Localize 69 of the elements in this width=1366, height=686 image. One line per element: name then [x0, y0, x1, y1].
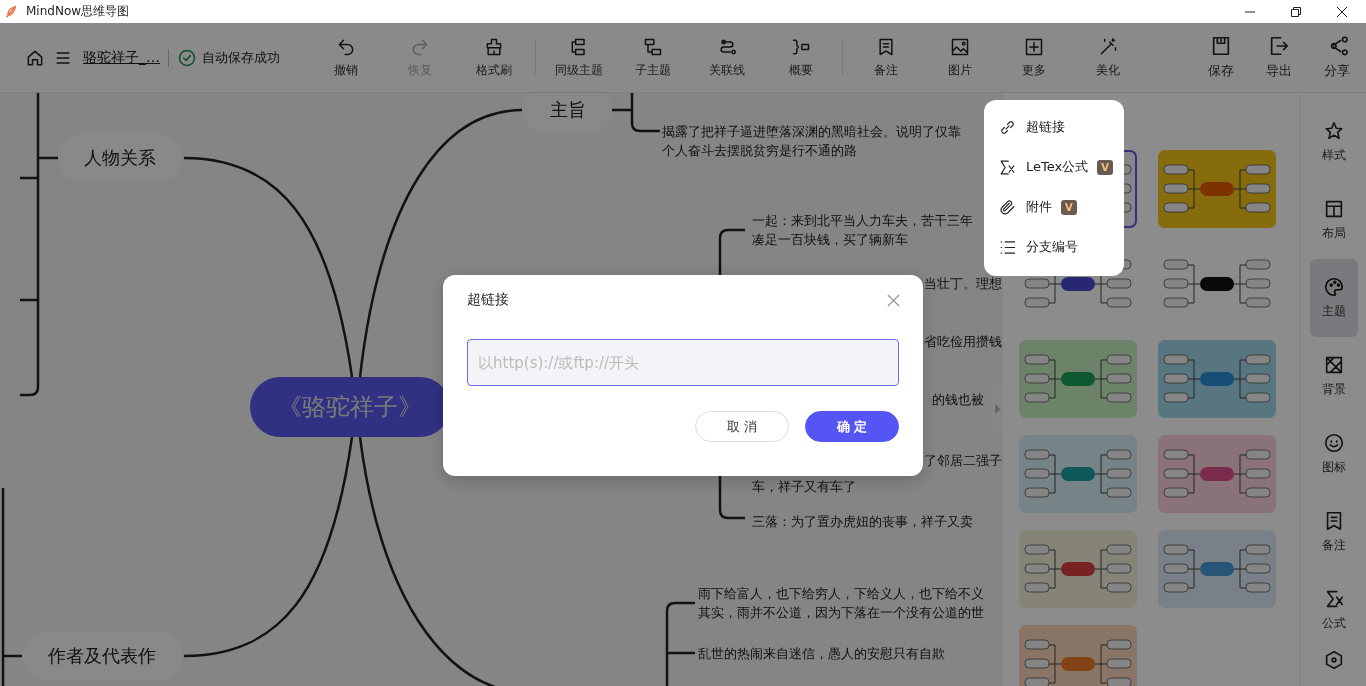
toolbar-button[interactable]: 分享: [1308, 35, 1366, 80]
toolbar-button[interactable]: 更多: [997, 36, 1071, 79]
sidebar-tab[interactable]: 布局: [1309, 181, 1358, 259]
save-status: 自动保存成功: [202, 48, 280, 67]
toolbar-button[interactable]: 美化: [1071, 36, 1145, 79]
cancel-button[interactable]: 取 消: [695, 411, 789, 442]
menu-item-label: LeTex公式: [1026, 158, 1089, 176]
confirm-button[interactable]: 确 定: [805, 411, 899, 442]
toolbar-button[interactable]: 概要: [764, 36, 838, 79]
topic-node[interactable]: 主旨: [523, 93, 612, 134]
sidebar-tab[interactable]: 图标: [1309, 415, 1358, 493]
toolbar-button[interactable]: 导出: [1250, 35, 1308, 80]
close-icon[interactable]: [1336, 5, 1348, 18]
menu-item[interactable]: 超链接: [998, 115, 1124, 139]
caret-icon: [995, 404, 1001, 414]
menu-item[interactable]: LeTex公式 V: [998, 155, 1124, 179]
restore-icon[interactable]: [1290, 5, 1302, 18]
subtopic-text[interactable]: 雨下给富人，也下给穷人，下给义人，也下给不义: [698, 584, 984, 603]
menu-item[interactable]: 分支编号: [998, 235, 1124, 259]
sidebar-tab[interactable]: 公式: [1309, 571, 1358, 649]
subtopic-text[interactable]: 三落：为了置办虎妞的丧事，祥子又卖: [752, 512, 973, 531]
star-icon: [1322, 120, 1345, 142]
subtopic-text[interactable]: 其实，雨并不公道，因为下落在一个没有公道的世: [698, 603, 984, 622]
palette-icon: [1322, 276, 1345, 298]
subtopic-text[interactable]: 车，祥子又有车了: [752, 477, 856, 496]
sidebar-tab[interactable]: 样式: [1309, 103, 1358, 181]
subtopic-text[interactable]: 揭露了把祥子逼进堕落深渊的黑暗社会。说明了仅靠: [662, 122, 961, 141]
toolbar-button[interactable]: 关联线: [690, 36, 764, 79]
brush-icon: [484, 36, 504, 57]
sidebar-tab[interactable]: 备注: [1309, 493, 1358, 571]
sidebar-tab[interactable]: 背景: [1309, 337, 1358, 415]
subtopic-text[interactable]: 一起：来到北平当人力车夫，苦干三年: [752, 211, 973, 230]
topic-node[interactable]: 作者及代表作: [22, 632, 182, 680]
topic-node[interactable]: 人物关系: [58, 134, 182, 182]
subtopic-text[interactable]: 凑足一百块钱，买了辆新车: [752, 230, 908, 249]
toolbar-button[interactable]: 保存: [1192, 35, 1250, 80]
note-icon: [876, 36, 896, 57]
image-icon: [950, 36, 970, 57]
vip-badge: V: [1097, 159, 1113, 175]
smiley-icon: [1322, 432, 1345, 454]
subtopic-text[interactable]: 了邻居二强子: [924, 451, 1002, 470]
toolbar-button[interactable]: 撤销: [309, 36, 383, 79]
menu-item-label: 分支编号: [1026, 238, 1078, 256]
menu-item-label: 超链接: [1026, 118, 1065, 136]
dialog-title: 超链接: [467, 291, 509, 309]
subtopic-text[interactable]: 乱世的热闹来自迷信，愚人的安慰只有自欺: [698, 644, 945, 663]
toolbar-button[interactable]: 格式刷: [457, 36, 531, 79]
feather-pen-icon: [4, 4, 18, 19]
vip-badge: V: [1061, 199, 1077, 215]
url-input-field[interactable]: 以http(s)://或ftp://开头: [467, 339, 899, 386]
toolbar-button[interactable]: 子主题: [616, 36, 690, 79]
window-title: MindNow思维导图: [26, 3, 130, 20]
document-name[interactable]: 骆驼祥子_…: [83, 48, 160, 67]
sidebar-tab[interactable]: 主题: [1309, 259, 1358, 337]
magic-wand-icon: [1098, 36, 1118, 57]
menu-item-label: 附件: [1026, 198, 1052, 216]
subtopic-text[interactable]: 省吃俭用攒钱: [924, 332, 1002, 351]
subtopic-text[interactable]: 个人奋斗去摆脱贫穷是行不通的路: [662, 141, 857, 160]
menu-item[interactable]: 附件 V: [998, 195, 1124, 219]
toolbar-button[interactable]: 同级主题: [542, 36, 616, 79]
toolbar-button[interactable]: 图片: [923, 36, 997, 79]
export-icon: [1268, 35, 1290, 57]
subtopic-text[interactable]: 当壮丁。理想: [924, 274, 1002, 293]
subtopic-text[interactable]: 的钱也被: [932, 390, 984, 409]
check-circle-icon: [177, 47, 197, 68]
paperclip-icon: [998, 197, 1017, 217]
bracket-line: [610, 93, 662, 133]
child-topic-icon: [643, 36, 663, 57]
toolbar-button[interactable]: 备注: [849, 36, 923, 79]
